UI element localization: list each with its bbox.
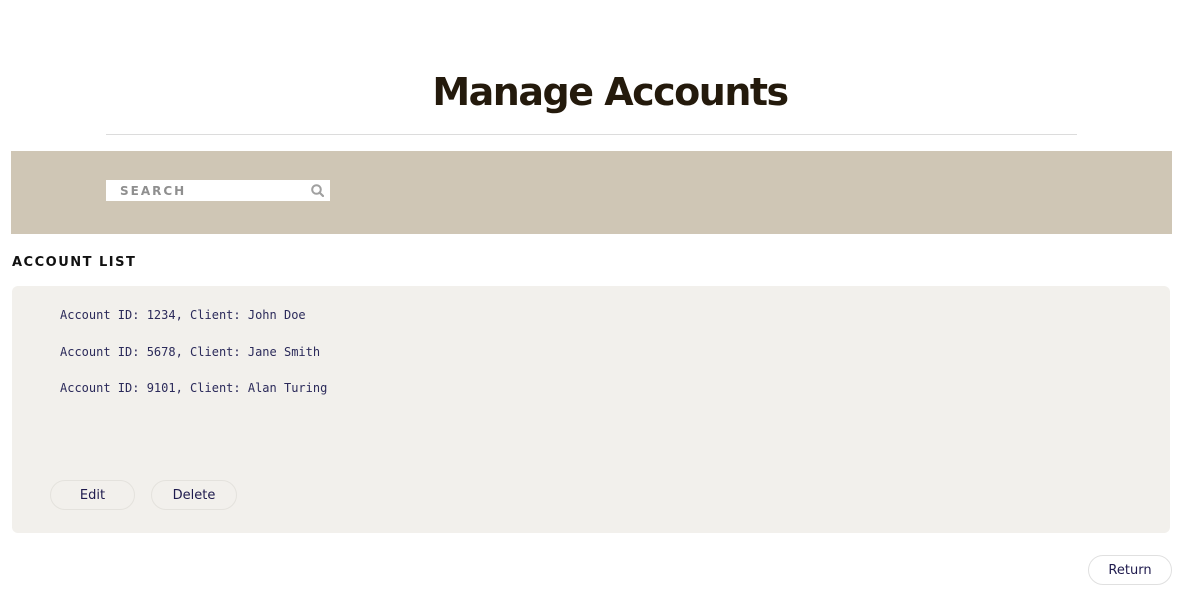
search-box [106,180,330,201]
account-list-heading: ACCOUNT LIST [12,255,137,270]
manage-accounts-page: Manage Accounts ACCOUNT LIST Account ID:… [0,0,1178,612]
edit-button[interactable]: Edit [50,480,135,510]
delete-button[interactable]: Delete [151,480,237,510]
account-list-item[interactable]: Account ID: 1234, Client: John Doe [60,308,327,345]
title-divider [106,134,1077,135]
account-list-item[interactable]: Account ID: 5678, Client: Jane Smith [60,345,327,382]
search-input[interactable] [106,180,300,201]
search-bar-section [11,151,1172,234]
page-title: Manage Accounts [432,70,789,114]
account-list-item[interactable]: Account ID: 9101, Client: Alan Turing [60,381,327,418]
account-list: Account ID: 1234, Client: John Doe Accou… [60,308,327,418]
account-list-panel: Account ID: 1234, Client: John Doe Accou… [12,286,1170,533]
return-button[interactable]: Return [1088,555,1172,585]
search-icon[interactable] [311,184,324,197]
